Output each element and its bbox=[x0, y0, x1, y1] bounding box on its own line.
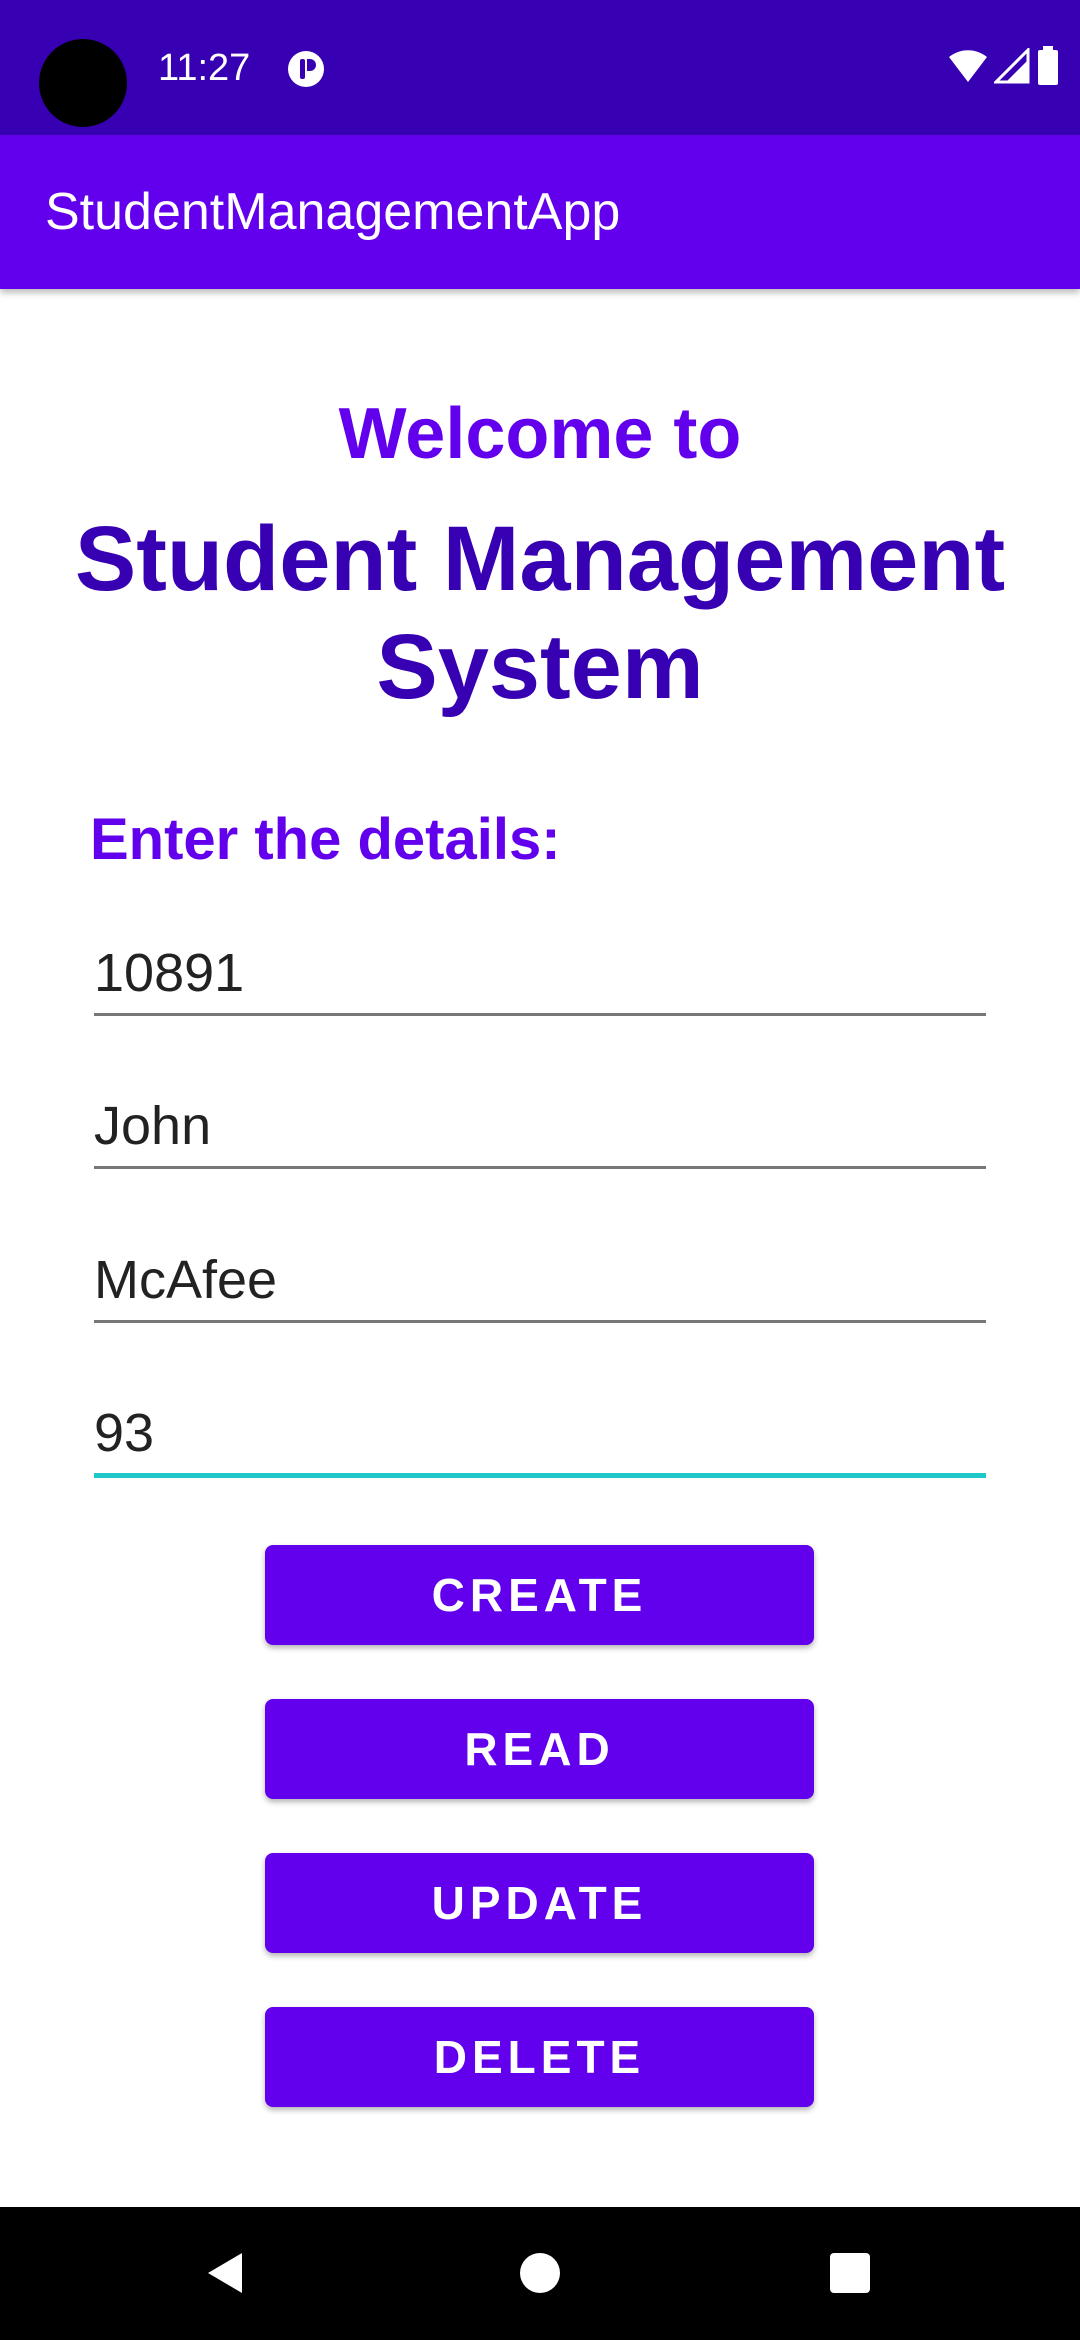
wifi-icon bbox=[948, 48, 988, 89]
first-name-field[interactable] bbox=[94, 1086, 986, 1169]
battery-icon bbox=[1036, 45, 1060, 91]
marks-field[interactable] bbox=[94, 1393, 986, 1478]
signal-icon bbox=[992, 45, 1030, 89]
status-time: 11:27 bbox=[158, 47, 251, 89]
create-button[interactable]: CREATE bbox=[265, 1545, 814, 1645]
delete-button[interactable]: DELETE bbox=[265, 2007, 814, 2107]
app-notification-icon bbox=[287, 50, 325, 88]
student-id-field[interactable] bbox=[94, 933, 986, 1016]
system-title: Student Management System bbox=[74, 508, 1006, 718]
status-bar: 11:27 bbox=[0, 0, 1080, 135]
navigation-bar bbox=[0, 2207, 1080, 2340]
last-name-field[interactable] bbox=[94, 1240, 986, 1323]
welcome-heading: Welcome to bbox=[338, 394, 742, 474]
update-button[interactable]: UPDATE bbox=[265, 1853, 814, 1953]
app-title: StudentManagementApp bbox=[45, 183, 621, 241]
camera-cutout bbox=[39, 39, 127, 127]
status-icons bbox=[948, 45, 1060, 91]
recents-icon[interactable] bbox=[814, 2237, 886, 2309]
read-button[interactable]: READ bbox=[265, 1699, 814, 1799]
back-icon[interactable] bbox=[190, 2237, 262, 2309]
home-icon[interactable] bbox=[504, 2237, 576, 2309]
app-bar: StudentManagementApp bbox=[0, 135, 1080, 289]
details-label: Enter the details: bbox=[90, 807, 561, 872]
